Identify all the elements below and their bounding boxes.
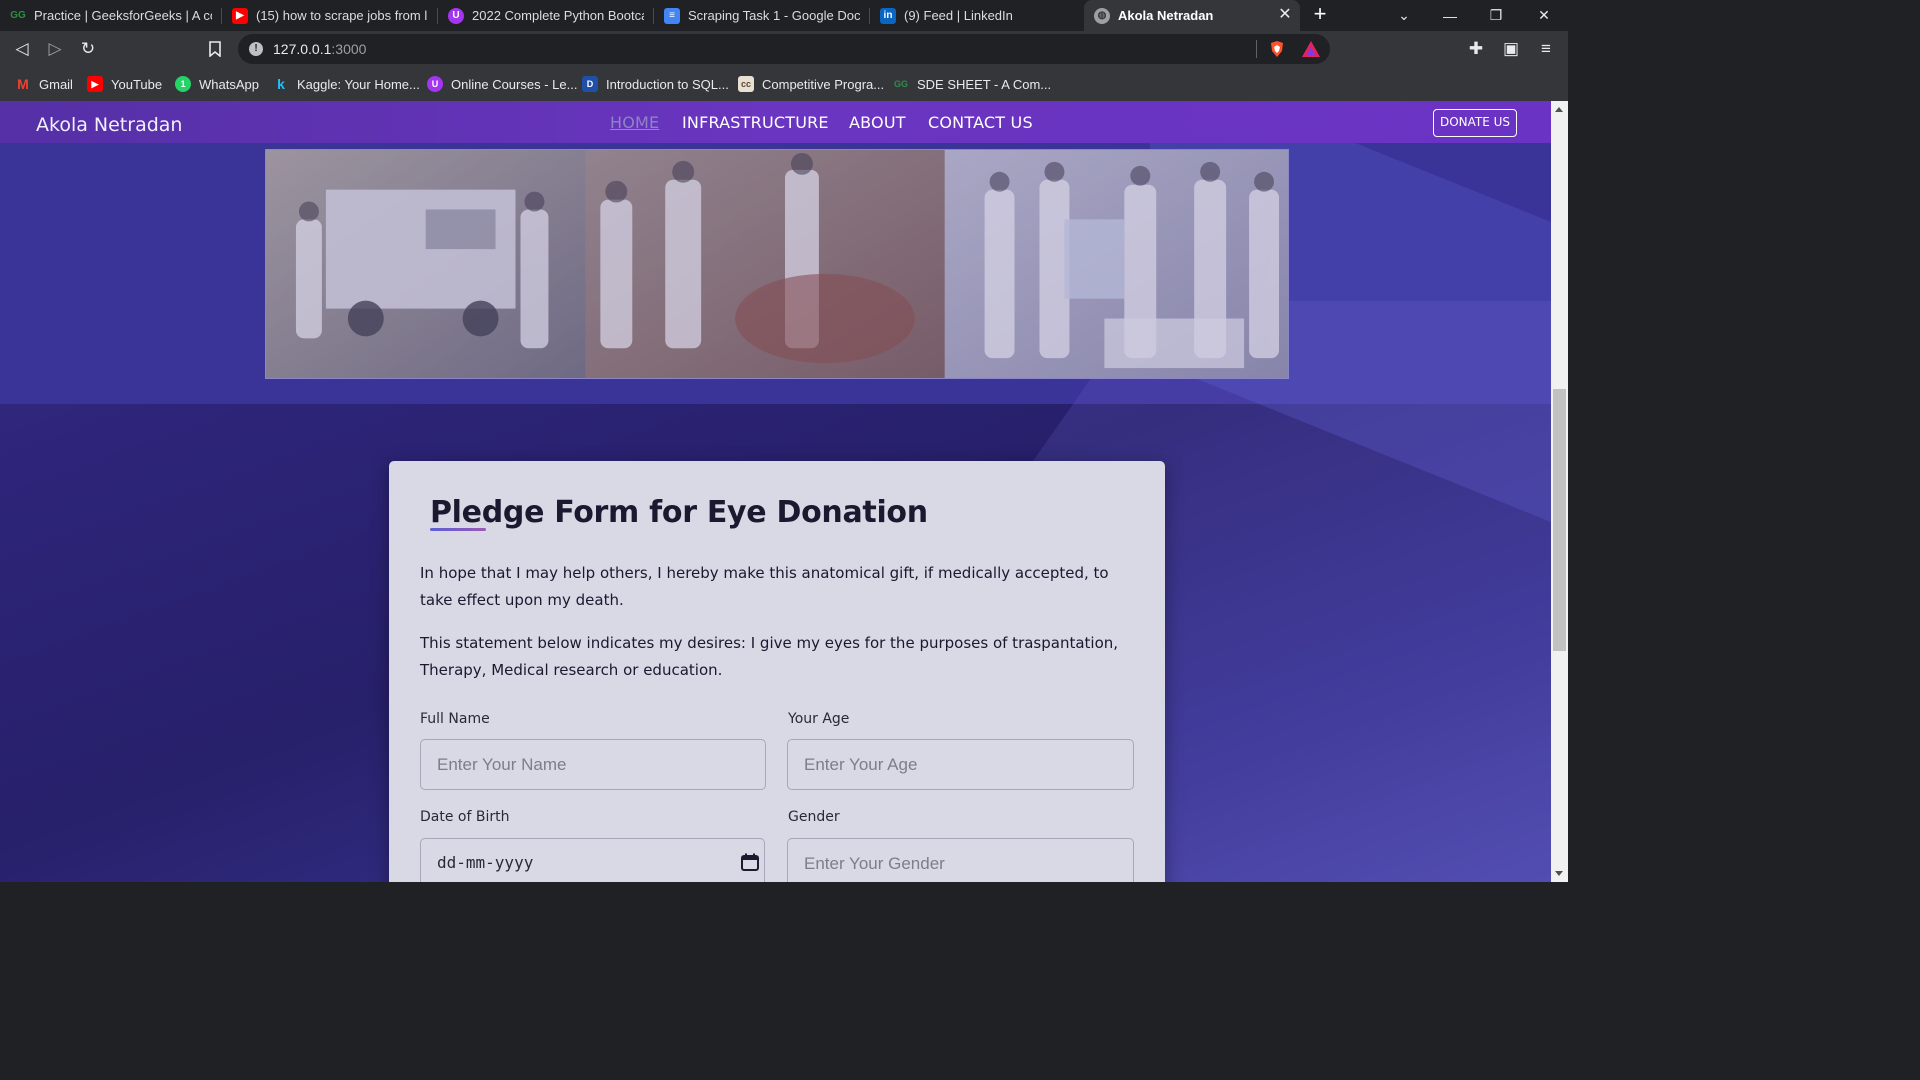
brave-shields-icon[interactable] — [1268, 40, 1286, 58]
bookmark-kaggle[interactable]: k Kaggle: Your Home... — [273, 74, 420, 94]
tab-youtube[interactable]: ▶ (15) how to scrape jobs from linke — [222, 0, 438, 31]
bookmark-udemy[interactable]: U Online Courses - Le... — [427, 74, 577, 94]
close-window-button[interactable]: ✕ — [1521, 0, 1567, 31]
nav-about[interactable]: ABOUT — [849, 113, 906, 132]
donate-button[interactable]: DONATE US — [1433, 109, 1517, 137]
tab-google-docs[interactable]: ≡ Scraping Task 1 - Google Docs — [654, 0, 870, 31]
calendar-icon[interactable] — [741, 853, 759, 871]
minimize-button[interactable]: — — [1427, 0, 1473, 31]
tab-udemy[interactable]: U 2022 Complete Python Bootcamp — [438, 0, 654, 31]
tab-search-icon[interactable]: ⌄ — [1381, 0, 1427, 31]
bookmark-label: Gmail — [39, 76, 73, 92]
bookmark-label: Introduction to SQL... — [606, 76, 729, 92]
google-docs-icon: ≡ — [664, 7, 680, 24]
scroll-down-arrow[interactable] — [1555, 871, 1563, 876]
restore-button[interactable]: ❐ — [1473, 0, 1519, 31]
bookmark-label: Kaggle: Your Home... — [297, 76, 420, 92]
udemy-icon: U — [427, 76, 443, 92]
whatsapp-icon: 1 — [175, 76, 191, 92]
datacamp-icon: D — [582, 76, 598, 92]
address-bar[interactable]: ! 127.0.0.1:3000 — [238, 34, 1330, 64]
date-placeholder: dd-mm-yyyy — [437, 853, 534, 872]
codechef-icon: cc — [738, 76, 754, 92]
geeksforgeeks-icon: GG — [10, 10, 26, 21]
bookmark-sde-sheet[interactable]: GG SDE SHEET - A Com... — [893, 74, 1051, 94]
nav-home[interactable]: HOME — [610, 113, 659, 132]
brave-rewards-icon[interactable] — [1301, 40, 1321, 58]
extensions-icon[interactable]: ✚ — [1464, 37, 1488, 61]
hero-photo-collage — [265, 149, 1289, 379]
full-name-input[interactable] — [420, 739, 766, 790]
title-underline — [430, 528, 486, 531]
bookmark-label: Competitive Progra... — [762, 76, 885, 92]
full-name-label: Full Name — [420, 711, 490, 727]
youtube-icon: ▶ — [87, 76, 103, 92]
site-brand[interactable]: Akola Netradan — [36, 114, 182, 136]
site-info-icon[interactable]: ! — [249, 42, 263, 56]
pledge-form-card: Pledge Form for Eye Donation In hope tha… — [389, 461, 1165, 882]
pledge-desires: This statement below indicates my desire… — [420, 634, 1119, 679]
bookmark-codechef[interactable]: cc Competitive Progra... — [738, 74, 884, 94]
tab-label: Practice | GeeksforGeeks | A comp — [34, 8, 212, 23]
browser-toolbar: ◁ ▷ ↻ ! 127.0.0.1:3000 ✚ ▣ ≡ — [0, 31, 1568, 67]
menu-icon[interactable]: ≡ — [1534, 37, 1558, 61]
tab-geeksforgeeks[interactable]: GG Practice | GeeksforGeeks | A comp — [0, 0, 222, 31]
forward-icon[interactable]: ▷ — [43, 37, 67, 61]
page-scrollbar[interactable] — [1551, 101, 1568, 882]
bookmark-label: SDE SHEET - A Com... — [917, 76, 1052, 92]
photo-collage-image — [266, 150, 1288, 378]
bookmark-label: YouTube — [111, 76, 163, 92]
page-viewport: Akola Netradan HOME INFRASTRUCTURE ABOUT… — [0, 101, 1551, 882]
bookmark-icon[interactable] — [203, 37, 227, 61]
bookmark-datacamp[interactable]: D Introduction to SQL... — [582, 74, 729, 94]
scroll-up-arrow[interactable] — [1555, 107, 1563, 112]
bookmark-gmail[interactable]: M Gmail — [15, 74, 73, 94]
tab-linkedin[interactable]: in (9) Feed | LinkedIn — [870, 0, 1082, 31]
youtube-icon: ▶ — [232, 7, 248, 24]
tab-label: (15) how to scrape jobs from linke — [256, 8, 428, 23]
nav-contact[interactable]: CONTACT US — [928, 113, 1033, 132]
dob-label: Date of Birth — [420, 809, 510, 825]
scrollbar-thumb[interactable] — [1553, 389, 1566, 651]
gender-label: Gender — [788, 809, 840, 825]
bookmark-label: WhatsApp — [199, 76, 259, 92]
bookmark-label: Online Courses - Le... — [451, 76, 578, 92]
tab-label: (9) Feed | LinkedIn — [904, 8, 1013, 23]
gmail-icon: M — [17, 76, 29, 92]
gender-input[interactable] — [787, 838, 1134, 882]
date-of-birth-input[interactable]: dd-mm-yyyy — [420, 838, 765, 882]
close-tab-icon[interactable]: ✕ — [1276, 6, 1294, 24]
nav-infrastructure[interactable]: INFRASTRUCTURE — [682, 113, 829, 132]
wallet-icon[interactable]: ▣ — [1499, 37, 1523, 61]
age-label: Your Age — [788, 711, 850, 727]
url-text: 127.0.0.1:3000 — [273, 41, 367, 57]
tab-label: Scraping Task 1 - Google Docs — [688, 8, 860, 23]
back-icon[interactable]: ◁ — [10, 37, 34, 61]
bookmark-whatsapp[interactable]: 1 WhatsApp — [175, 74, 259, 94]
pledge-statement: In hope that I may help others, I hereby… — [420, 564, 1109, 609]
new-tab-button[interactable]: + — [1308, 3, 1332, 27]
tab-strip: GG Practice | GeeksforGeeks | A comp ▶ (… — [0, 0, 1568, 31]
bookmarks-bar: M Gmail ▶ YouTube 1 WhatsApp k Kaggle: Y… — [0, 67, 1568, 101]
globe-icon: ◍ — [1094, 7, 1110, 24]
kaggle-icon: k — [277, 76, 285, 92]
reload-icon[interactable]: ↻ — [76, 37, 100, 61]
linkedin-icon: in — [880, 7, 896, 24]
age-input[interactable] — [787, 739, 1134, 790]
form-title: Pledge Form for Eye Donation — [430, 495, 928, 530]
divider — [1256, 40, 1257, 58]
geeksforgeeks-icon: GG — [893, 79, 908, 89]
tab-label: Akola Netradan — [1118, 8, 1214, 23]
tab-label: 2022 Complete Python Bootcamp — [472, 8, 644, 23]
bookmark-youtube[interactable]: ▶ YouTube — [87, 74, 162, 94]
tab-akola-netradan[interactable]: ◍ Akola Netradan ✕ — [1084, 0, 1300, 31]
udemy-icon: U — [448, 7, 464, 24]
site-navbar: Akola Netradan HOME INFRASTRUCTURE ABOUT… — [0, 101, 1551, 143]
